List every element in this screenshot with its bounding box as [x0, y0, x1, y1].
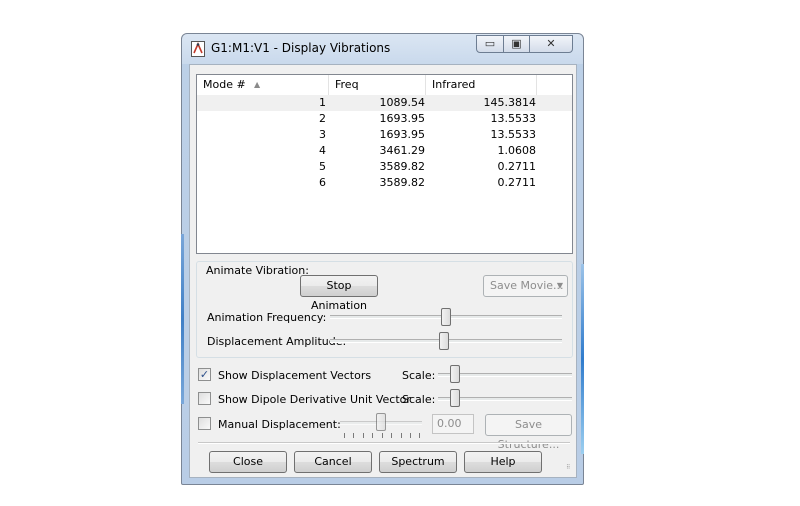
displacement-amplitude-label: Displacement Amplitude:	[207, 335, 347, 348]
table-row[interactable]: 2 1693.95 13.5533	[197, 111, 572, 127]
minimize-button[interactable]: ▭	[476, 35, 504, 53]
infrared-cell: 145.3814	[483, 96, 537, 109]
vibration-modes-list[interactable]: Mode # ▲ Freq Infrared 1 1089.54 145.381…	[196, 74, 573, 254]
mode-cell: 2	[319, 112, 326, 125]
maximize-button[interactable]: ▣	[503, 35, 530, 53]
column-header-label: Freq	[335, 78, 359, 91]
show-displacement-vectors-checkbox[interactable]: ✓	[198, 368, 211, 381]
manual-displacement-value-field[interactable]: 0.00	[432, 414, 474, 434]
show-displacement-vectors-label: Show Displacement Vectors	[218, 369, 372, 382]
manual-displacement-ticks	[344, 433, 420, 438]
vectors-scale-slider-thumb[interactable]	[450, 365, 461, 383]
mode-cell: 1	[319, 96, 326, 109]
close-button[interactable]: Close	[209, 451, 287, 473]
display-vibrations-window: G1:M1:V1 - Display Vibrations ▭ ▣ ✕ Mode…	[181, 33, 584, 485]
manual-displacement-slider-thumb[interactable]	[376, 413, 386, 431]
dipole-scale-label: Scale:	[402, 393, 436, 406]
save-structure-button[interactable]: Save Structure...	[485, 414, 572, 451]
maximize-icon: ▣	[511, 37, 522, 50]
show-dipole-derivative-label: Show Dipole Derivative Unit Vector	[218, 393, 411, 406]
table-row[interactable]: 3 1693.95 13.5533	[197, 127, 572, 143]
freq-cell: 3589.82	[379, 176, 426, 189]
freq-cell: 1089.54	[379, 96, 426, 109]
animate-vibration-label: Animate Vibration:	[206, 264, 309, 277]
manual-displacement-label: Manual Displacement:	[218, 418, 341, 431]
infrared-cell: 0.2711	[497, 160, 537, 173]
table-row[interactable]: 4 3461.29 1.0608	[197, 143, 572, 159]
close-window-button[interactable]: ✕	[529, 35, 573, 53]
dropdown-arrow-icon: ▼	[556, 281, 563, 290]
infrared-cell: 13.5533	[490, 112, 537, 125]
column-header-label: Infrared	[432, 78, 476, 91]
mode-cell: 4	[319, 144, 326, 157]
separator	[198, 442, 570, 444]
spectrum-button[interactable]: Spectrum	[379, 451, 457, 473]
freq-cell: 3461.29	[379, 144, 426, 157]
show-dipole-derivative-checkbox[interactable]	[198, 392, 211, 405]
column-header-label: Mode #	[203, 78, 246, 91]
animation-frequency-slider-thumb[interactable]	[441, 308, 451, 326]
manual-displacement-checkbox[interactable]	[198, 417, 211, 430]
animation-frequency-label: Animation Frequency:	[207, 311, 327, 324]
cancel-button[interactable]: Cancel	[294, 451, 372, 473]
dialog-client-area: Mode # ▲ Freq Infrared 1 1089.54 145.381…	[189, 64, 577, 478]
gaussview-app-icon	[191, 41, 205, 57]
infrared-cell: 0.2711	[497, 176, 537, 189]
mode-cell: 5	[319, 160, 326, 173]
list-header: Mode # ▲ Freq Infrared	[197, 75, 572, 96]
window-title: G1:M1:V1 - Display Vibrations	[211, 41, 391, 55]
help-button[interactable]: Help	[464, 451, 542, 473]
save-movie-label: Save Movie...	[490, 279, 564, 292]
freq-cell: 3589.82	[379, 160, 426, 173]
title-bar[interactable]: G1:M1:V1 - Display Vibrations ▭ ▣ ✕	[182, 34, 583, 63]
stop-animation-button[interactable]: Stop Animation	[300, 275, 378, 312]
infrared-cell: 13.5533	[490, 128, 537, 141]
save-movie-button[interactable]: Save Movie... ▼	[483, 275, 568, 297]
table-row[interactable]: 1 1089.54 145.3814	[197, 95, 572, 111]
close-icon: ✕	[546, 37, 556, 50]
freq-cell: 1693.95	[379, 128, 426, 141]
infrared-cell: 1.0608	[497, 144, 537, 157]
displacement-amplitude-slider-thumb[interactable]	[438, 332, 449, 350]
checkmark-icon: ✓	[199, 368, 210, 381]
minimize-icon: ▭	[484, 37, 496, 50]
dipole-scale-slider-thumb[interactable]	[450, 389, 461, 407]
column-header-infrared[interactable]: Infrared	[426, 75, 537, 95]
table-row[interactable]: 5 3589.82 0.2711	[197, 159, 572, 175]
resize-grip-icon[interactable]: ⠿	[566, 465, 575, 475]
sort-ascending-icon: ▲	[254, 80, 261, 89]
column-header-freq[interactable]: Freq	[329, 75, 426, 95]
mode-cell: 6	[319, 176, 326, 189]
column-header-mode[interactable]: Mode # ▲	[197, 75, 329, 95]
mode-cell: 3	[319, 128, 326, 141]
table-row[interactable]: 6 3589.82 0.2711	[197, 175, 572, 191]
vectors-scale-label: Scale:	[402, 369, 436, 382]
freq-cell: 1693.95	[379, 112, 426, 125]
